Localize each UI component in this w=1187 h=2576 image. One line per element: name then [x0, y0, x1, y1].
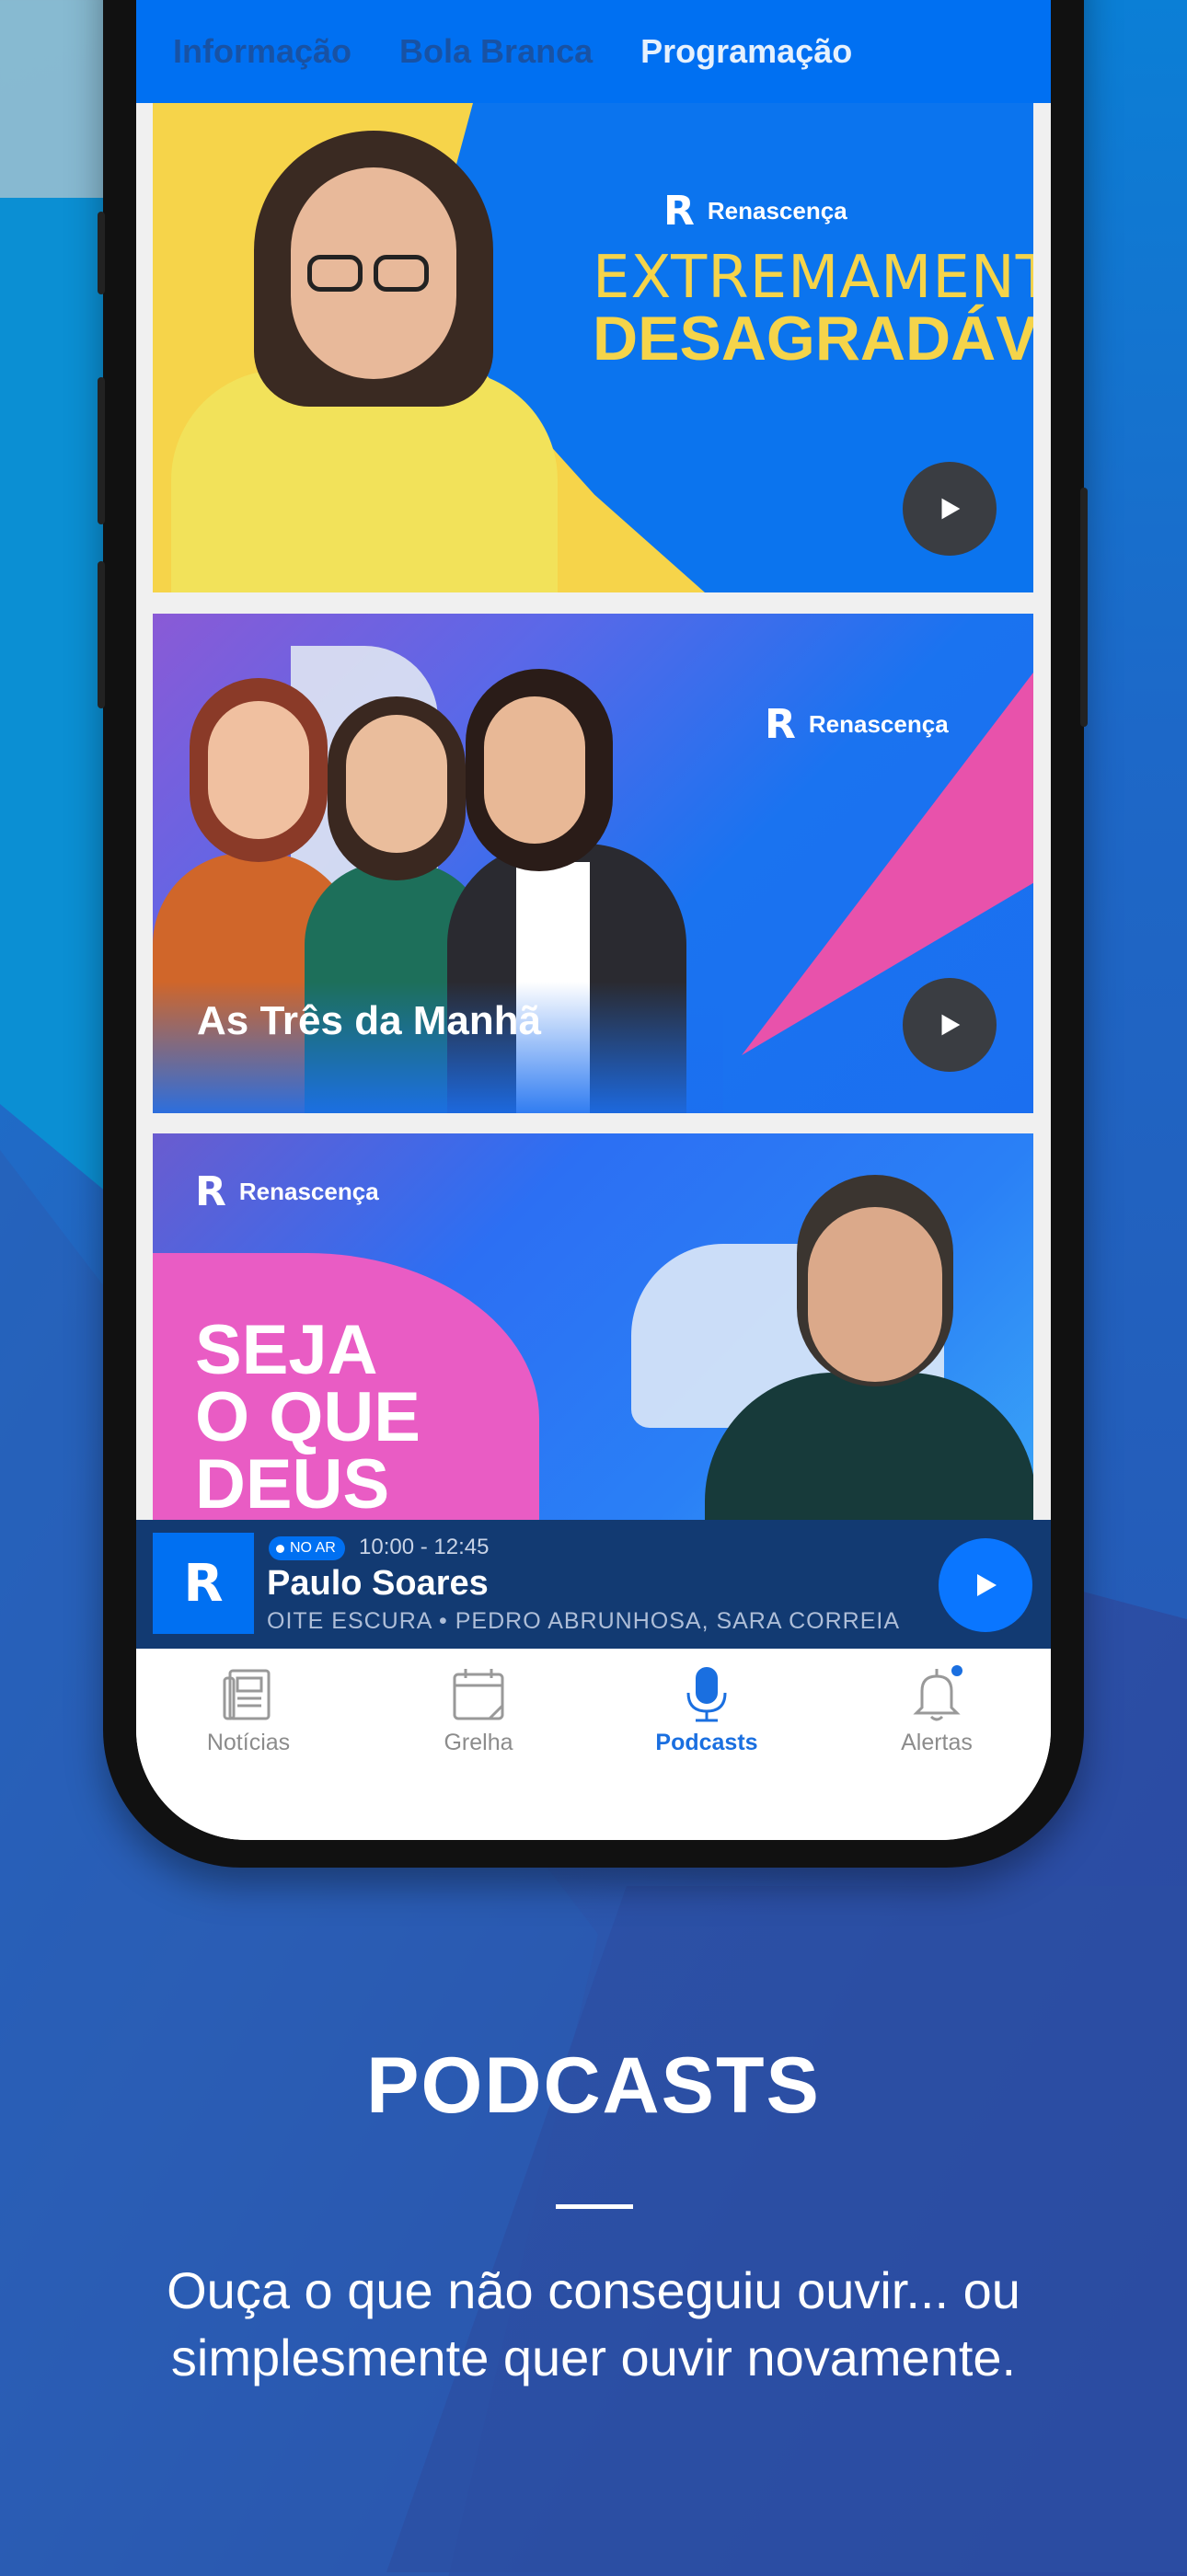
now-playing-ticker: OITE ESCURA • PEDRO ABRUNHOSA, SARA CORR…: [267, 1608, 901, 1634]
podcast-card-as-tres-da-manha[interactable]: R Renascença As Três da Manhã: [153, 614, 1033, 1113]
app-screen: Informação Bola Branca Programação R Rena…: [136, 0, 1051, 1840]
bottom-tab-bar: Notícias Grelha Podcasts Alertas: [136, 1649, 1051, 1840]
bell-icon: [907, 1665, 966, 1724]
podcast-card-seja-o-que-deus[interactable]: R Renascença SEJA O QUE DEUS: [153, 1133, 1033, 1520]
play-icon: [941, 498, 961, 520]
play-button[interactable]: [903, 462, 997, 556]
podcast-list: RRenascença EXTREMAMENTE DESAGRADÁVEL: [136, 103, 1051, 1520]
phone-side-button: [98, 377, 105, 524]
newspaper-icon: [219, 1665, 278, 1724]
calendar-icon: [449, 1665, 508, 1724]
podcast-title: SEJA O QUE DEUS: [195, 1311, 421, 1520]
renascenca-logo: R Renascença: [663, 188, 847, 235]
podcast-title: As Três da Manhã: [197, 998, 542, 1043]
play-icon: [941, 1014, 961, 1036]
phone-side-button: [98, 212, 105, 294]
tab-informacao[interactable]: Informação: [173, 32, 351, 71]
notification-dot: [951, 1665, 962, 1676]
top-tabs: Informação Bola Branca Programação: [136, 0, 1051, 103]
phone-side-button: [98, 561, 105, 708]
live-play-button[interactable]: [939, 1538, 1032, 1632]
play-icon: [977, 1574, 997, 1596]
marketing-heading: PODCASTS: [366, 2041, 821, 2130]
tab-alertas[interactable]: Alertas: [845, 1665, 1029, 1756]
tab-grelha[interactable]: Grelha: [386, 1665, 570, 1756]
phone-side-button: [1080, 488, 1088, 727]
show-time: 10:00 - 12:45: [359, 1535, 490, 1559]
tab-programacao[interactable]: Programação: [640, 32, 852, 71]
tab-podcasts[interactable]: Podcasts: [615, 1665, 799, 1756]
renascenca-logo: R Renascença: [765, 701, 949, 748]
play-button[interactable]: [903, 978, 997, 1072]
marketing-subtitle: Ouça o que não conseguiu ouvir... ou sim…: [167, 2261, 1020, 2386]
live-badge: NO AR: [269, 1536, 345, 1560]
podcast-title: EXTREMAMENTE DESAGRADÁVEL: [593, 244, 1033, 374]
station-logo: R: [153, 1533, 254, 1634]
tab-noticias[interactable]: Notícias: [156, 1665, 340, 1756]
heading-divider: [556, 2204, 633, 2209]
podcast-card-extremamente-desagradavel[interactable]: RRenascença EXTREMAMENTE DESAGRADÁVEL: [153, 103, 1033, 592]
tab-bola-branca[interactable]: Bola Branca: [399, 32, 593, 71]
microphone-icon: [677, 1665, 736, 1724]
live-dot-icon: [276, 1544, 284, 1553]
now-playing-bar[interactable]: R NO AR 10:00 - 12:45 Paulo Soares OITE …: [136, 1520, 1051, 1649]
show-name: Paulo Soares: [267, 1564, 489, 1603]
renascenca-logo: R Renascença: [195, 1168, 379, 1215]
